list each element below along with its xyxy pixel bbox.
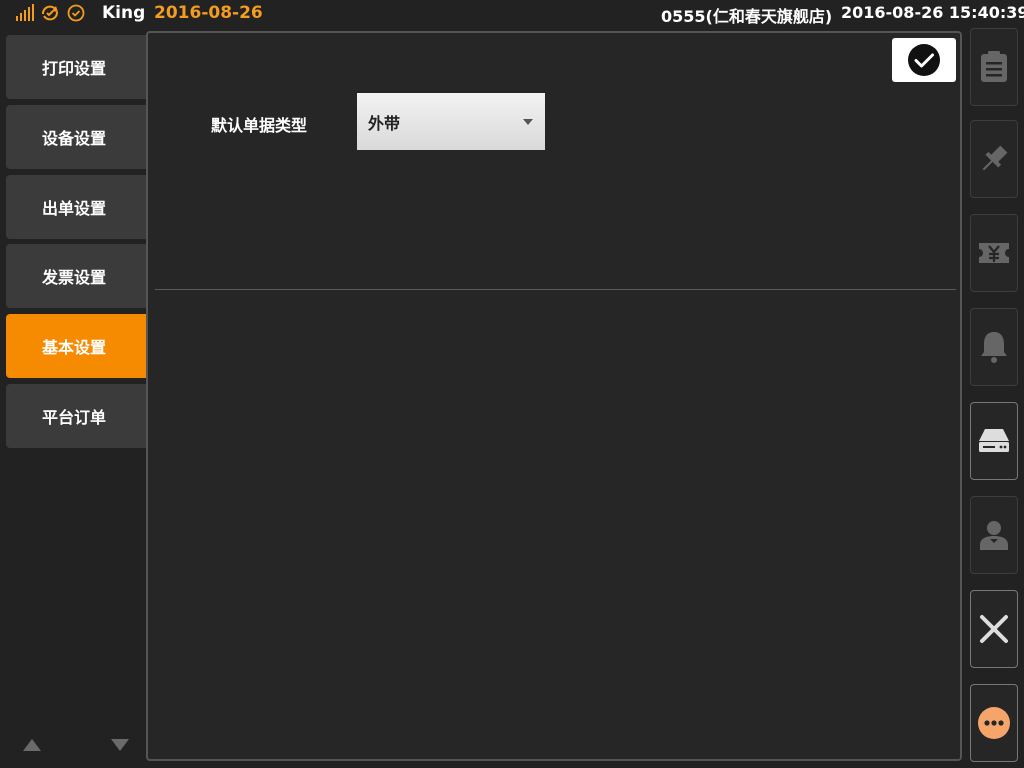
scroll-up-icon[interactable] [22,738,42,752]
pin-icon [982,145,1008,171]
bell-icon [981,332,1007,363]
divider [155,289,956,290]
sidebar-item-label: 发票设置 [41,268,106,287]
sidebar-item-basic-settings[interactable]: 基本设置 [6,314,146,378]
default-doc-type-select[interactable]: 外带 [357,93,545,150]
ticket-button[interactable] [970,214,1018,292]
more-button[interactable] [970,684,1018,762]
sidebar-item-platform-orders[interactable]: 平台订单 [6,384,146,448]
store-name: 0555(仁和春天旗舰店) [661,7,833,26]
signal-icon [16,4,34,21]
more-icon [978,707,1010,739]
drive-button[interactable] [970,402,1018,480]
drive-icon [979,429,1009,452]
status-bar: King 2016-08-26 0555(仁和春天旗舰店) 2016-08-26… [0,0,1024,28]
close-icon [980,615,1008,643]
sidebar-item-label: 基本设置 [41,338,106,357]
chevron-down-icon [523,119,533,125]
sidebar-item-order-output-settings[interactable]: 出单设置 [6,175,146,239]
sidebar-item-invoice-settings[interactable]: 发票设置 [6,244,146,308]
pin-button[interactable] [970,120,1018,198]
user-icon [980,521,1008,550]
notifications-button[interactable] [970,308,1018,386]
user-name: King [102,3,146,23]
sidebar-item-label: 打印设置 [41,59,106,78]
sidebar-item-label: 平台订单 [41,408,106,427]
current-datetime: 2016-08-26 15:40:39 [841,3,1024,22]
default-doc-type-label: 默认单据类型 [211,116,308,135]
sidebar-item-device-settings[interactable]: 设备设置 [6,105,146,169]
check-icon [908,44,940,76]
yuan-ticket-icon [979,243,1009,263]
sidebar-item-label: 设备设置 [41,129,106,148]
user-button[interactable] [970,496,1018,574]
check-circle-icon [67,4,85,22]
settings-panel [146,31,962,761]
orders-button[interactable] [970,28,1018,106]
sync-icon [42,5,58,21]
business-date: 2016-08-26 [154,3,263,23]
scroll-down-icon[interactable] [110,738,130,752]
sidebar-item-print-settings[interactable]: 打印设置 [6,35,146,99]
clipboard-icon [981,51,1007,82]
close-button[interactable] [970,590,1018,668]
confirm-button[interactable] [892,38,956,82]
select-value: 外带 [368,113,401,133]
sidebar-item-label: 出单设置 [41,199,106,218]
